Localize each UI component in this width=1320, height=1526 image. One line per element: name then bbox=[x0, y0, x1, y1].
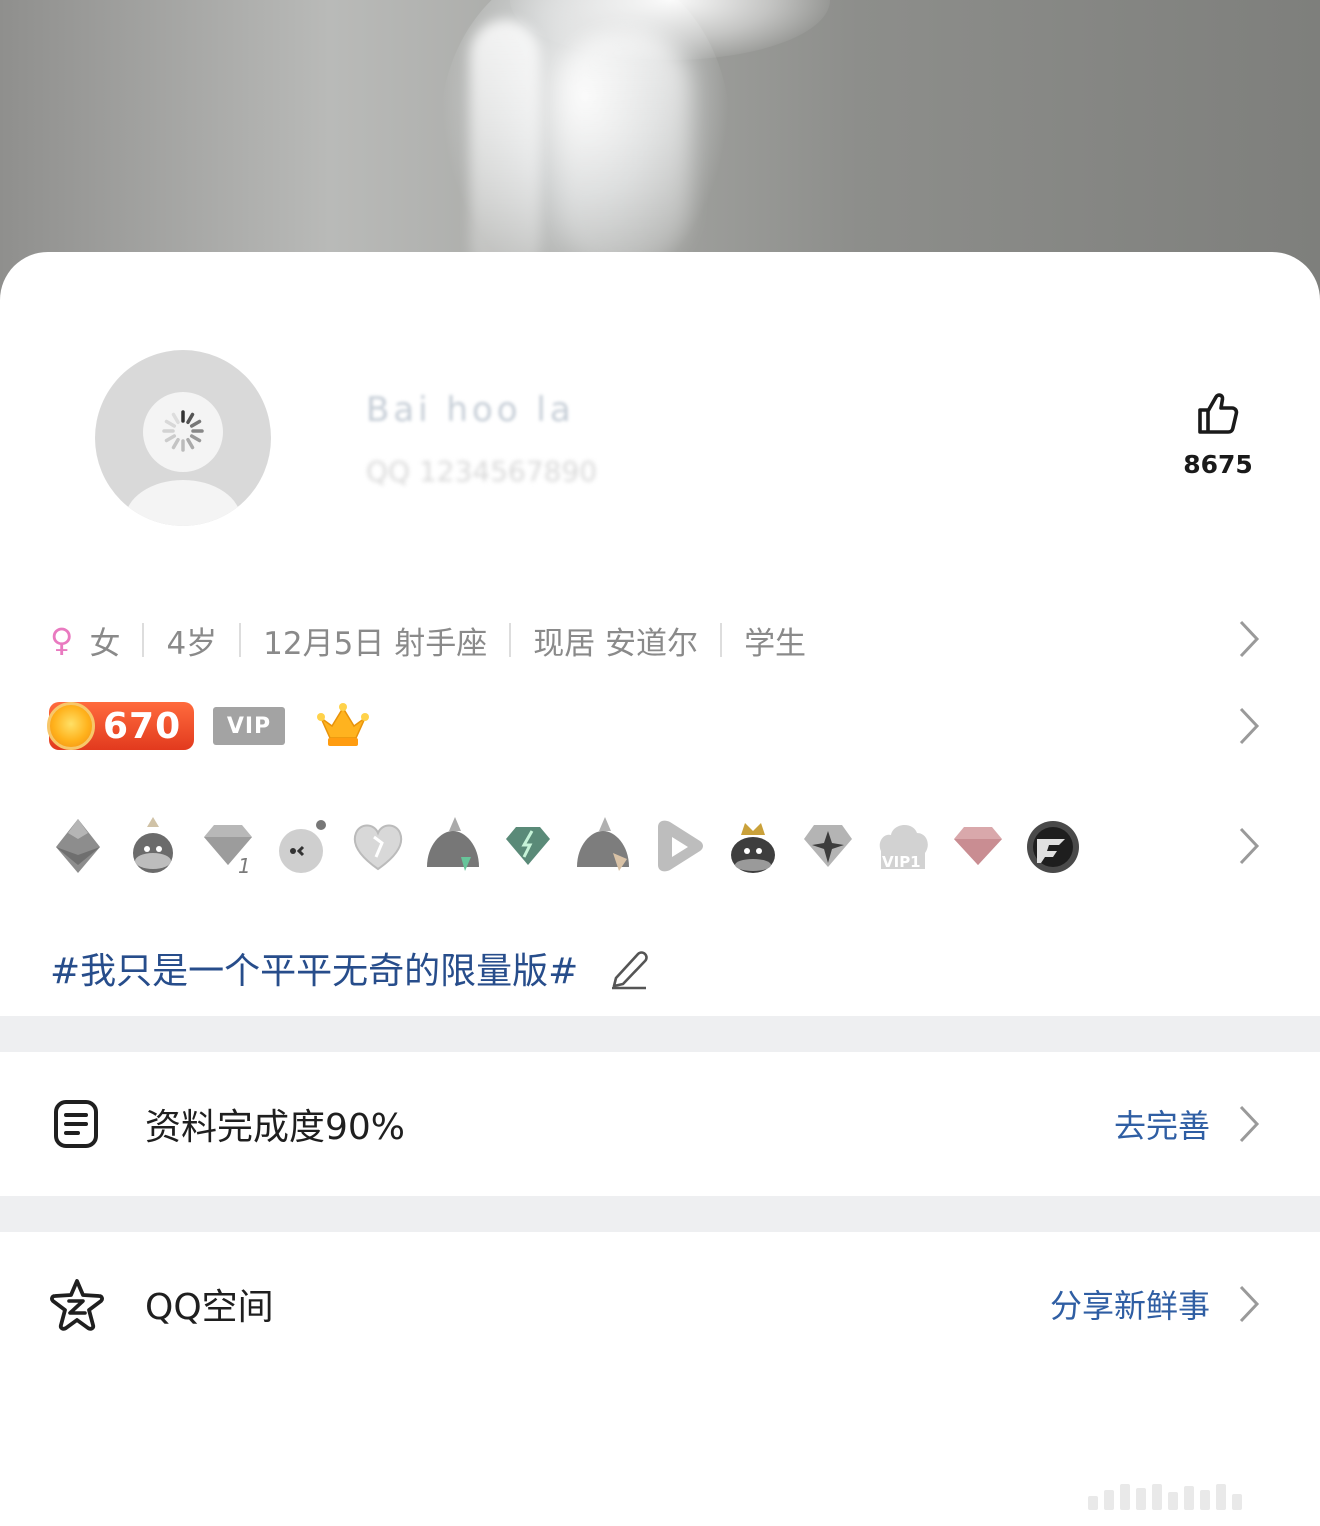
play-medal-icon[interactable] bbox=[648, 813, 708, 877]
occupation-text: 学生 bbox=[744, 625, 807, 662]
level-number: 670 bbox=[103, 705, 182, 747]
watermark-bars bbox=[1088, 1480, 1310, 1510]
chevron-right-icon[interactable] bbox=[1238, 826, 1260, 866]
location-text: 现居 安道尔 bbox=[533, 625, 699, 662]
age-text: 4岁 bbox=[166, 625, 218, 662]
chevron-right-icon[interactable] bbox=[1238, 1104, 1260, 1144]
divider bbox=[239, 623, 242, 657]
cover-smoke bbox=[560, 30, 690, 270]
loading-spinner-icon bbox=[162, 410, 204, 452]
qzone-row[interactable]: QQ空间 分享新鲜事 bbox=[0, 1234, 1320, 1374]
cover-smoke bbox=[470, 20, 540, 280]
avatar-body bbox=[125, 480, 241, 526]
qq-level-badge[interactable]: 670 bbox=[47, 702, 194, 750]
nickname[interactable]: Bai hoo la bbox=[366, 390, 576, 434]
completion-label: 资料完成度90% bbox=[145, 1107, 406, 1148]
mountain-medal-icon[interactable] bbox=[423, 813, 483, 877]
complete-profile-link[interactable]: 去完善 bbox=[1114, 1101, 1210, 1147]
mountain2-medal-icon[interactable] bbox=[573, 813, 633, 877]
section-divider bbox=[0, 1016, 1320, 1052]
like-count: 8675 bbox=[1183, 450, 1253, 479]
divider bbox=[509, 623, 512, 657]
shield-medal-icon[interactable] bbox=[48, 813, 108, 877]
svg-text:VIP1: VIP1 bbox=[882, 853, 921, 871]
pink-diamond-medal-icon[interactable] bbox=[948, 813, 1008, 877]
signature-text: #我只是一个平平无奇的限量版# bbox=[50, 951, 579, 992]
profile-completion-row[interactable]: 资料完成度90% 去完善 bbox=[0, 1054, 1320, 1194]
share-news-link[interactable]: 分享新鲜事 bbox=[1050, 1281, 1210, 1327]
vip-badge[interactable]: VIP bbox=[213, 707, 285, 745]
chevron-right-icon[interactable] bbox=[1238, 619, 1260, 659]
edit-pencil-icon[interactable] bbox=[608, 946, 650, 990]
svg-text:1: 1 bbox=[238, 854, 251, 877]
penguin-medal-icon[interactable] bbox=[123, 813, 183, 877]
section-divider bbox=[0, 1196, 1320, 1232]
cloud-vip1-medal-icon[interactable]: VIP1 bbox=[873, 813, 933, 877]
green-diamond-medal-icon[interactable] bbox=[498, 813, 558, 877]
thumbs-up-icon bbox=[1198, 393, 1239, 434]
king-penguin-medal-icon[interactable] bbox=[723, 813, 783, 877]
crown-icon[interactable] bbox=[316, 700, 370, 750]
qzone-star-icon bbox=[50, 1279, 104, 1331]
cf-medal-icon[interactable] bbox=[1023, 813, 1083, 877]
star-diamond-medal-icon[interactable] bbox=[798, 813, 858, 877]
signature-tag[interactable]: #我只是一个平平无奇的限量版# bbox=[50, 942, 650, 994]
birthday-text: 12月5日 射手座 bbox=[263, 625, 488, 662]
heart-medal-icon[interactable] bbox=[348, 813, 408, 877]
basic-info-row[interactable]: ♀ 女 4岁 12月5日 射手座 现居 安道尔 学生 bbox=[50, 615, 806, 665]
bomb-face-medal-icon[interactable] bbox=[273, 813, 333, 877]
diamond-1-medal-icon[interactable]: 1 bbox=[198, 813, 258, 877]
like-button[interactable]: 8675 bbox=[1180, 390, 1256, 479]
divider bbox=[142, 623, 145, 657]
chevron-right-icon[interactable] bbox=[1238, 1284, 1260, 1324]
sun-level-icon bbox=[47, 702, 95, 750]
qzone-label: QQ空间 bbox=[145, 1287, 274, 1328]
document-icon bbox=[54, 1100, 98, 1148]
gender-text: 女 bbox=[89, 625, 121, 662]
qq-number[interactable]: QQ 1234567890 bbox=[366, 455, 736, 491]
divider bbox=[720, 623, 723, 657]
medal-row[interactable]: 1 VIP1 bbox=[48, 813, 1098, 883]
female-icon: ♀ bbox=[50, 621, 74, 659]
chevron-right-icon[interactable] bbox=[1238, 706, 1260, 746]
